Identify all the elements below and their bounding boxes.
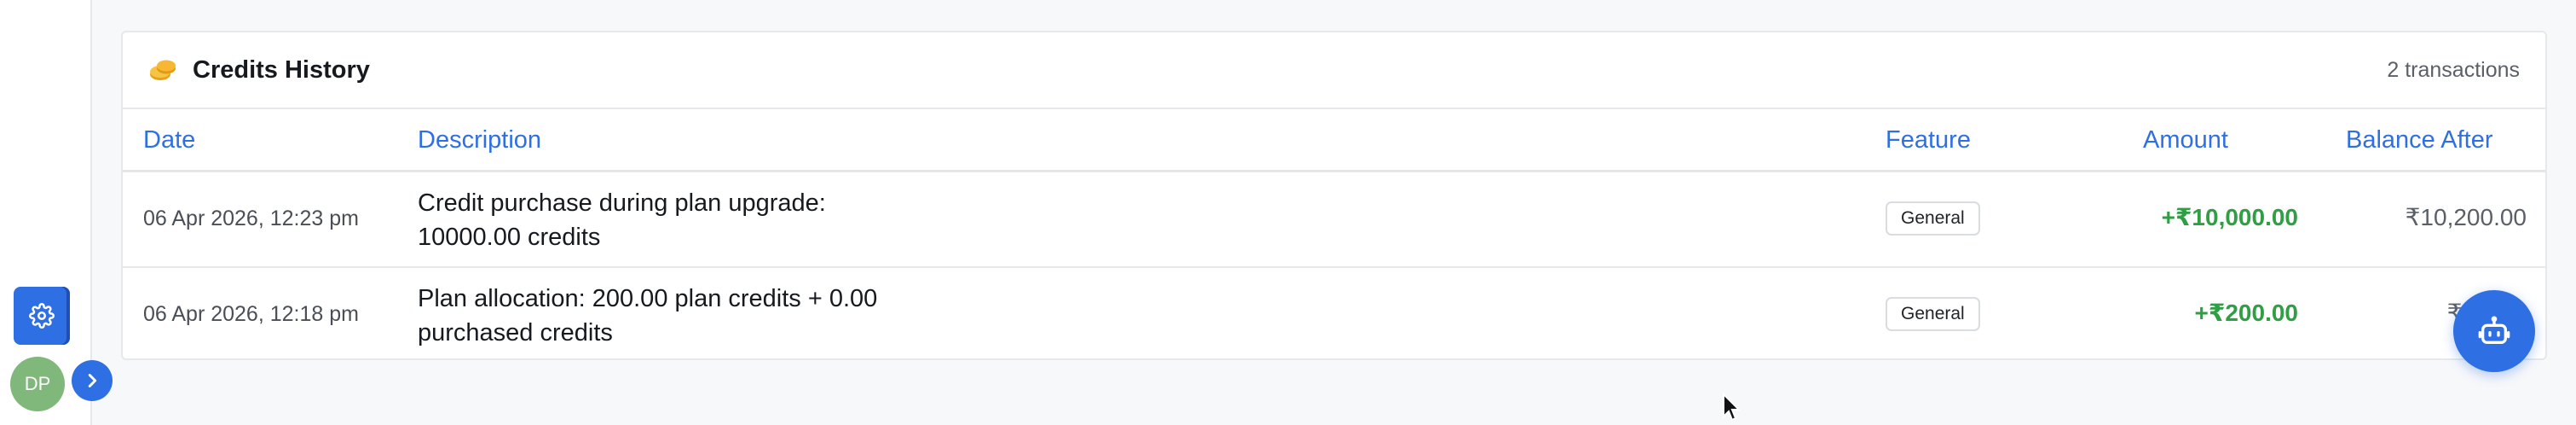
row-date: 06 Apr 2026, 12:18 pm (143, 302, 359, 326)
robot-icon (2478, 316, 2510, 344)
row-amount: +₹200.00 (2194, 300, 2298, 326)
table-header: Date Description Feature Amount Balance … (123, 109, 2545, 172)
sidebar: DP (0, 0, 92, 425)
credits-history-card: Credits History 2 transactions Date Desc… (121, 31, 2547, 360)
feature-badge: General (1886, 297, 1980, 331)
assistant-chat-button[interactable] (2453, 290, 2535, 372)
table-row[interactable]: 06 Apr 2026, 12:23 pm Credit purchase du… (123, 172, 2545, 268)
settings-button[interactable] (14, 287, 70, 345)
chevron-right-icon (88, 374, 97, 387)
column-header-balance-after[interactable]: Balance After (2346, 126, 2493, 154)
column-header-description[interactable]: Description (418, 126, 541, 154)
row-description-line: Plan allocation: 200.00 plan credits + 0… (418, 285, 878, 312)
transaction-count: 2 transactions (2387, 58, 2520, 82)
avatar[interactable]: DP (10, 357, 65, 411)
row-description-line: purchased credits (418, 319, 613, 346)
mouse-cursor-icon (1723, 393, 1741, 422)
card-title: Credits History (193, 56, 370, 84)
row-description-line: Credit purchase during plan upgrade: (418, 189, 826, 217)
table-row[interactable]: 06 Apr 2026, 12:18 pm Plan allocation: 2… (123, 268, 2545, 364)
row-date: 06 Apr 2026, 12:23 pm (143, 207, 359, 230)
feature-badge: General (1886, 201, 1980, 236)
column-header-date[interactable]: Date (143, 126, 195, 154)
sidebar-expand-button[interactable] (72, 360, 113, 401)
row-balance-after: ₹10,200.00 (2405, 204, 2527, 230)
column-header-feature[interactable]: Feature (1886, 126, 1971, 154)
gear-icon (29, 303, 55, 329)
row-amount: +₹10,000.00 (2161, 204, 2298, 230)
card-header: Credits History 2 transactions (123, 32, 2545, 109)
coins-icon (150, 60, 176, 80)
avatar-initials: DP (24, 373, 51, 394)
column-header-amount[interactable]: Amount (2143, 126, 2228, 154)
row-description: Credit purchase during plan upgrade: 100… (418, 186, 946, 254)
row-description: Plan allocation: 200.00 plan credits + 0… (418, 282, 946, 350)
row-description-line: 10000.00 credits (418, 224, 601, 251)
